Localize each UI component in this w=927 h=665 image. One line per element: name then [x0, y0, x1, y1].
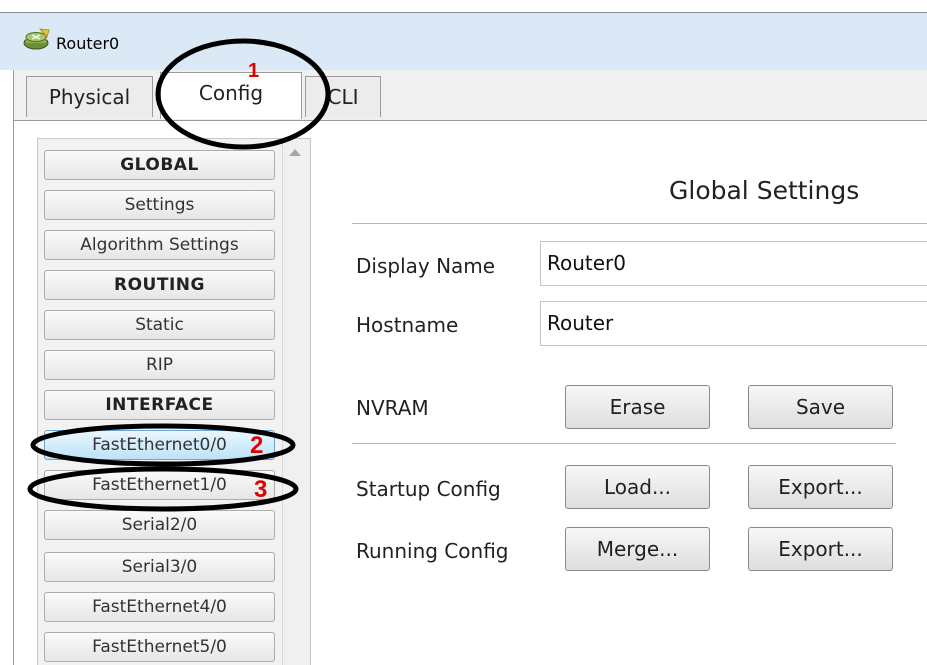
display-name-label: Display Name	[356, 254, 496, 278]
sidebar-scrollbar[interactable]	[282, 139, 310, 665]
sidebar-item-fastethernet5-0[interactable]: FastEthernet5/0	[44, 632, 275, 662]
annotation-number-2: 2	[250, 432, 264, 459]
startup-load-button[interactable]: Load...	[565, 465, 710, 509]
sidebar-item-serial3-0[interactable]: Serial3/0	[44, 552, 275, 582]
sidebar-item-static[interactable]: Static	[44, 310, 275, 340]
annotation-number-1: 1	[248, 60, 260, 82]
running-merge-button[interactable]: Merge...	[565, 527, 710, 571]
router-config-window: Router0 Physical Config CLI GLOBAL Setti…	[0, 0, 927, 665]
nvram-label: NVRAM	[356, 396, 429, 420]
tab-cli[interactable]: CLI	[305, 76, 381, 117]
sidebar-item-fastethernet1-0[interactable]: FastEthernet1/0	[44, 470, 275, 500]
hostname-label: Hostname	[356, 313, 459, 337]
sidebar-item-serial2-0[interactable]: Serial2/0	[44, 510, 275, 540]
running-config-label: Running Config	[356, 539, 509, 563]
running-export-button[interactable]: Export...	[748, 527, 893, 571]
tab-config[interactable]: Config	[160, 72, 302, 119]
window-title: Router0	[56, 34, 120, 53]
sidebar-header-global[interactable]: GLOBAL	[44, 150, 275, 180]
tab-physical[interactable]: Physical	[26, 76, 153, 117]
sidebar-item-fastethernet4-0[interactable]: FastEthernet4/0	[44, 592, 275, 622]
router-icon	[23, 28, 50, 50]
save-button[interactable]: Save	[748, 385, 893, 429]
divider	[352, 223, 927, 224]
sidebar-item-settings[interactable]: Settings	[44, 190, 275, 220]
title-bar: Router0	[0, 13, 927, 70]
hostname-input[interactable]: Router	[540, 301, 927, 346]
sidebar-header-interface[interactable]: INTERFACE	[44, 390, 275, 420]
erase-button[interactable]: Erase	[565, 385, 710, 429]
startup-config-label: Startup Config	[356, 477, 501, 501]
page-title: Global Settings	[669, 176, 860, 205]
startup-export-button[interactable]: Export...	[748, 465, 893, 509]
annotation-number-3: 3	[254, 476, 268, 503]
display-name-input[interactable]: Router0	[540, 241, 927, 286]
divider	[352, 443, 896, 444]
scroll-up-arrow-icon[interactable]	[289, 149, 301, 156]
sidebar-item-fastethernet0-0[interactable]: FastEthernet0/0	[44, 430, 275, 460]
sidebar-header-routing[interactable]: ROUTING	[44, 270, 275, 300]
sidebar-item-rip[interactable]: RIP	[44, 350, 275, 380]
sidebar-item-algorithm-settings[interactable]: Algorithm Settings	[44, 230, 275, 260]
